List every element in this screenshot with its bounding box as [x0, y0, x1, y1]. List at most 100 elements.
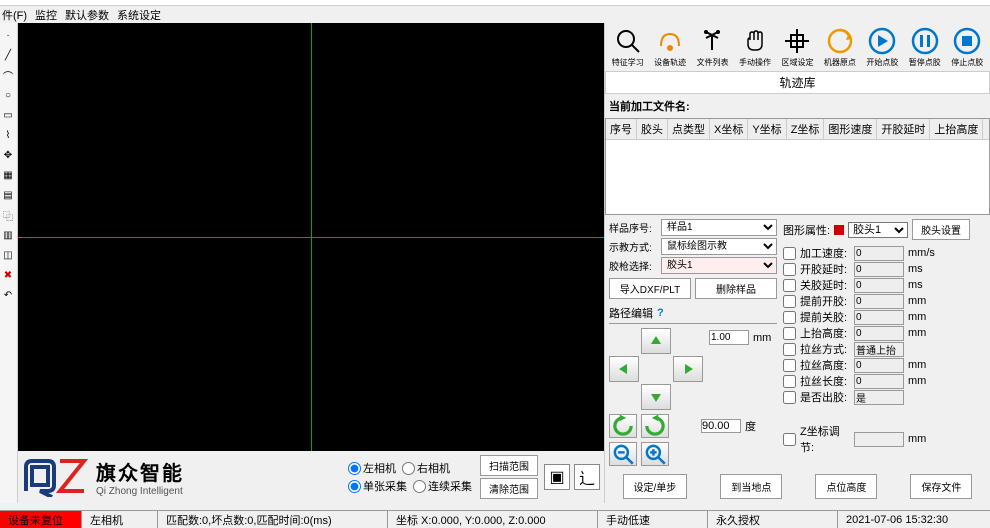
- menu-file[interactable]: 件(F): [2, 7, 27, 23]
- tool-line-icon[interactable]: ╱: [0, 47, 16, 63]
- fit-view-icon[interactable]: ▣: [544, 464, 570, 490]
- attr-input-9[interactable]: [854, 390, 904, 405]
- z-adjust-label: Z坐标调节:: [800, 423, 850, 455]
- tool-circle-icon[interactable]: ○: [0, 87, 16, 103]
- radio-right-camera[interactable]: 右相机: [402, 460, 450, 476]
- tool-polyline-icon[interactable]: ⌇: [0, 127, 16, 143]
- attr-input-3[interactable]: [854, 294, 904, 309]
- attr-label-1: 开胶延时:: [800, 261, 850, 277]
- tool-point-icon[interactable]: ·: [0, 27, 16, 43]
- right-toolbar: 特征学习 设备轨迹 文件列表 手动操作 区域设定 机器原点 开始点胶 暂停点胶 …: [605, 23, 990, 71]
- canvas[interactable]: [18, 23, 604, 451]
- teach-select[interactable]: 鼠标绘图示教: [661, 238, 777, 255]
- radio-left-camera[interactable]: 左相机: [348, 460, 396, 476]
- feature-learn-button[interactable]: 特征学习: [607, 25, 648, 69]
- attr-check-9[interactable]: [783, 391, 796, 404]
- attr-unit-7: mm: [908, 359, 928, 371]
- attr-input-1[interactable]: [854, 262, 904, 277]
- radio-single-capture[interactable]: 单张采集: [348, 478, 407, 494]
- left-toolbar: · ╱ ⌒ ○ ▭ ⌇ ✥ ▦ ▤ ⿻ ▥ ◫ ✖ ↶: [0, 23, 18, 503]
- attr-label-7: 拉丝高度:: [800, 357, 850, 373]
- attr-label-2: 关胶延时:: [800, 277, 850, 293]
- file-list-button[interactable]: 文件列表: [692, 25, 733, 69]
- tool-move-icon[interactable]: ✥: [0, 147, 16, 163]
- origin-button[interactable]: 机器原点: [819, 25, 860, 69]
- attr-input-6[interactable]: [854, 342, 904, 357]
- import-dxf-button[interactable]: 导入DXF/PLT: [609, 278, 691, 299]
- menu-system[interactable]: 系统设定: [117, 7, 161, 23]
- z-adjust-input[interactable]: [854, 432, 904, 447]
- delete-sample-button[interactable]: 删除样品: [695, 278, 777, 299]
- attr-check-0[interactable]: [783, 247, 796, 260]
- menubar: 件(F) 监控 默认参数 系统设定: [0, 6, 990, 23]
- pause-button[interactable]: 暂停点胶: [904, 25, 945, 69]
- point-height-button[interactable]: 点位高度: [815, 474, 877, 499]
- stop-button[interactable]: 停止点胶: [947, 25, 988, 69]
- tool-rect-icon[interactable]: ▭: [0, 107, 16, 123]
- zoom-in-button[interactable]: [641, 442, 669, 466]
- step-mm-input[interactable]: [709, 330, 749, 345]
- area-set-button[interactable]: 区域设定: [777, 25, 818, 69]
- th-speed: 图形速度: [824, 119, 877, 139]
- start-button[interactable]: 开始点胶: [862, 25, 903, 69]
- attr-check-1[interactable]: [783, 263, 796, 276]
- attr-check-7[interactable]: [783, 359, 796, 372]
- attr-check-6[interactable]: [783, 343, 796, 356]
- scan-range-button[interactable]: 扫描范围: [480, 455, 538, 476]
- data-table[interactable]: 序号 胶头 点类型 X坐标 Y坐标 Z坐标 图形速度 开胶延时 上抬高度: [605, 118, 990, 215]
- attr-input-2[interactable]: [854, 278, 904, 293]
- attr-check-5[interactable]: [783, 327, 796, 340]
- goto-point-button[interactable]: 到当地点: [720, 474, 782, 499]
- arrow-up-button[interactable]: [641, 328, 671, 354]
- tool-undo-icon[interactable]: ↶: [0, 287, 16, 303]
- export-icon[interactable]: ⻌: [574, 464, 600, 490]
- glue-select[interactable]: 胶头1: [661, 257, 777, 274]
- z-adjust-check[interactable]: [783, 433, 796, 446]
- path-edit-title: 路径编辑: [609, 305, 653, 321]
- radio-continuous-capture[interactable]: 连续采集: [413, 478, 472, 494]
- sample-seq-select[interactable]: 样品1: [661, 219, 777, 236]
- th-seq: 序号: [606, 119, 637, 139]
- arrow-down-button[interactable]: [641, 384, 671, 410]
- tool-del-icon[interactable]: ✖: [0, 267, 16, 283]
- arrow-left-button[interactable]: [609, 356, 639, 382]
- tool-copy-icon[interactable]: ⿻: [0, 207, 16, 223]
- rotate-ccw-button[interactable]: [609, 414, 637, 438]
- logo-en: Qi Zhong Intelligent: [96, 486, 184, 497]
- clear-range-button[interactable]: 清除范围: [480, 478, 538, 499]
- help-icon[interactable]: ?: [657, 307, 664, 319]
- tool-arc-icon[interactable]: ⌒: [0, 67, 16, 83]
- logo: 旗众智能 Qi Zhong Intelligent: [22, 457, 348, 497]
- attr-input-0[interactable]: [854, 246, 904, 261]
- attr-unit-0: mm/s: [908, 247, 928, 259]
- manual-op-button[interactable]: 手动操作: [734, 25, 775, 69]
- attr-check-8[interactable]: [783, 375, 796, 388]
- arrow-right-button[interactable]: [673, 356, 703, 382]
- attr-check-2[interactable]: [783, 279, 796, 292]
- tool-array-icon[interactable]: ▥: [0, 227, 16, 243]
- device-trace-button[interactable]: 设备轨迹: [649, 25, 690, 69]
- sample-seq-label: 样品序号:: [609, 220, 657, 235]
- set-step-button[interactable]: 设定/单步: [623, 474, 688, 499]
- attr-check-3[interactable]: [783, 295, 796, 308]
- attr-input-8[interactable]: [854, 374, 904, 389]
- rotate-deg-input[interactable]: [701, 419, 741, 433]
- zoom-out-button[interactable]: [609, 442, 637, 466]
- menu-monitor[interactable]: 监控: [35, 7, 57, 23]
- head-setting-button[interactable]: 胶头设置: [912, 219, 970, 240]
- attr-input-4[interactable]: [854, 310, 904, 325]
- attr-check-4[interactable]: [783, 311, 796, 324]
- menu-defaults[interactable]: 默认参数: [65, 7, 109, 23]
- tool-layer-icon[interactable]: ▤: [0, 187, 16, 203]
- head-select[interactable]: 胶头1: [848, 222, 908, 238]
- rotate-cw-button[interactable]: [641, 414, 669, 438]
- tool-sel-icon[interactable]: ◫: [0, 247, 16, 263]
- tool-text-icon[interactable]: ▦: [0, 167, 16, 183]
- crosshair-horizontal: [18, 237, 604, 238]
- th-delay: 开胶延时: [877, 119, 930, 139]
- attr-input-7[interactable]: [854, 358, 904, 373]
- attr-label-3: 提前开胶:: [800, 293, 850, 309]
- attr-input-5[interactable]: [854, 326, 904, 341]
- save-file-button[interactable]: 保存文件: [910, 474, 972, 499]
- attr-unit-3: mm: [908, 295, 928, 307]
